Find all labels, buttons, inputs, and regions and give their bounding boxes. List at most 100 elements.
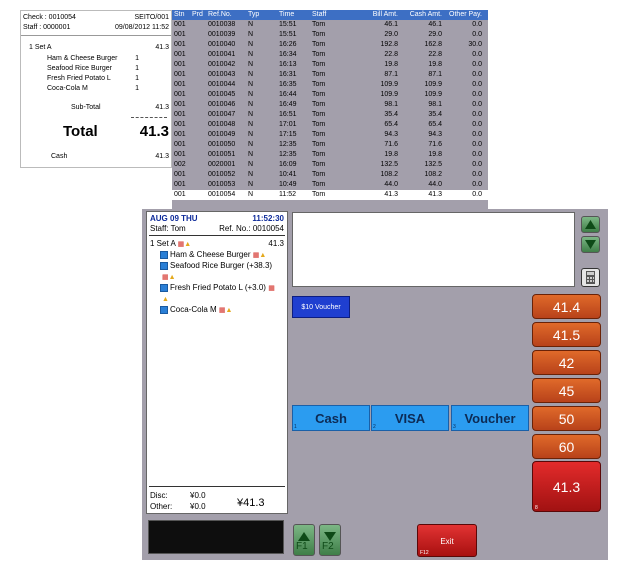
transaction-row[interactable]: 001 0010050 N 12:35 Tom 71.6 71.6 0.0 <box>172 140 488 150</box>
cell-time: 12:35 <box>279 141 297 148</box>
cell-typ: N <box>248 91 254 98</box>
page-up-button[interactable]: F1 <box>293 524 315 556</box>
cash-payment-button[interactable]: Cash 1 <box>292 405 370 431</box>
cell-bill-amt: 44.0 <box>384 181 398 188</box>
cell-typ: N <box>248 61 254 68</box>
cell-cash-amt: 108.2 <box>424 171 442 178</box>
cell-stn: 001 <box>174 181 186 188</box>
cell-other-pay: 0.0 <box>472 171 482 178</box>
cell-ref: 0010043 <box>208 71 236 78</box>
receipt-item: Coca-Cola M 1 <box>47 85 139 92</box>
cell-other-pay: 0.0 <box>472 181 482 188</box>
transaction-row[interactable]: 001 0010039 N 15:51 Tom 29.0 29.0 0.0 <box>172 30 488 40</box>
cell-staff: Tom <box>312 81 326 88</box>
transaction-list[interactable]: Stn Prd Ref.No. Typ Time Staff Bill Amt.… <box>172 10 488 211</box>
exit-button[interactable]: Exit F12 <box>417 524 477 557</box>
amount-button-45[interactable]: 45 <box>532 378 601 403</box>
cell-staff: Tom <box>312 191 326 198</box>
col-stn: Stn <box>174 11 185 18</box>
cell-stn: 001 <box>174 51 186 58</box>
cell-other-pay: 0.0 <box>472 111 482 118</box>
transaction-row[interactable]: 001 0010049 N 17:15 Tom 94.3 94.3 0.0 <box>172 130 488 140</box>
receipt-check-row: Check : 0010054 SEITO/001 <box>23 13 169 23</box>
item-icon <box>160 305 168 314</box>
divider <box>131 117 167 118</box>
cell-ref: 0010052 <box>208 171 236 178</box>
subtotal-value: 41.3 <box>155 104 169 111</box>
order-item-line[interactable]: Seafood Rice Burger (+38.3) <box>150 260 284 271</box>
cell-cash-amt: 71.6 <box>428 141 442 148</box>
exact-amount-button[interactable]: 41.3 8 <box>532 461 601 512</box>
transaction-row[interactable]: 001 0010048 N 17:01 Tom 65.4 65.4 0.0 <box>172 120 488 130</box>
cell-time: 10:49 <box>279 181 297 188</box>
order-item-line[interactable]: Ham & Cheese Burger ▦▲ <box>150 249 284 260</box>
scroll-up-button[interactable] <box>581 216 600 233</box>
transaction-row[interactable]: 001 0010045 N 16:44 Tom 109.9 109.9 0.0 <box>172 90 488 100</box>
transaction-row[interactable]: 001 0010038 N 15:51 Tom 46.1 46.1 0.0 <box>172 20 488 30</box>
cell-prd <box>192 190 208 200</box>
scroll-down-button[interactable] <box>581 236 600 253</box>
order-ref: Ref. No.: 0010054 <box>219 224 284 233</box>
cell-prd <box>192 30 208 40</box>
receipt-datetime: 09/08/2012 11:52 <box>115 24 169 31</box>
cell-typ: N <box>248 191 254 198</box>
cell-bill-amt: 65.4 <box>384 121 398 128</box>
cell-cash-amt: 19.8 <box>428 151 442 158</box>
order-set-row[interactable]: 1 Set A ▦▲ 41.3 <box>150 238 284 249</box>
cell-stn: 001 <box>174 131 186 138</box>
disc-label: Disc: <box>150 491 168 500</box>
order-item-tags: ▦▲ <box>150 271 284 282</box>
order-set-name: 1 Set A <box>150 239 176 248</box>
transaction-row[interactable]: 001 0010054 N 11:52 Tom 41.3 41.3 0.0 <box>172 190 488 200</box>
cell-other-pay: 0.0 <box>472 101 482 108</box>
transaction-row[interactable]: 001 0010044 N 16:35 Tom 109.9 109.9 0.0 <box>172 80 488 90</box>
cell-typ: N <box>248 41 254 48</box>
price-tag-icon: ▦ <box>218 307 226 314</box>
cell-cash-amt: 22.8 <box>428 51 442 58</box>
cell-staff: Tom <box>312 31 326 38</box>
total-value: 41.3 <box>139 123 169 140</box>
transaction-row[interactable]: 001 0010052 N 10:41 Tom 108.2 108.2 0.0 <box>172 170 488 180</box>
cell-cash-amt: 109.9 <box>424 91 442 98</box>
transaction-row[interactable]: 001 0010046 N 16:49 Tom 98.1 98.1 0.0 <box>172 100 488 110</box>
cell-time: 11:52 <box>279 191 296 198</box>
transaction-row[interactable]: 001 0010051 N 12:35 Tom 19.8 19.8 0.0 <box>172 150 488 160</box>
amount-button-41-4[interactable]: 41.4 <box>532 294 601 319</box>
receipt-cash-row: Cash 41.3 <box>23 152 169 162</box>
cell-bill-amt: 71.6 <box>384 141 398 148</box>
transaction-row[interactable]: 001 0010047 N 16:51 Tom 35.4 35.4 0.0 <box>172 110 488 120</box>
cell-typ: N <box>248 31 254 38</box>
transaction-row[interactable]: 001 0010042 N 16:13 Tom 19.8 19.8 0.0 <box>172 60 488 70</box>
amount-button-42[interactable]: 42 <box>532 350 601 375</box>
cell-time: 17:15 <box>279 131 297 138</box>
transaction-row[interactable]: 001 0010041 N 16:34 Tom 22.8 22.8 0.0 <box>172 50 488 60</box>
order-item-line[interactable]: Fresh Fried Potato L (+3.0) ▦ <box>150 282 284 293</box>
transaction-row[interactable]: 001 0010040 N 16:26 Tom 192.8 162.8 30.0 <box>172 40 488 50</box>
order-item-line[interactable]: Coca-Cola M ▦▲ <box>150 304 284 315</box>
cell-stn: 001 <box>174 81 186 88</box>
cell-typ: N <box>248 121 254 128</box>
cell-staff: Tom <box>312 171 326 178</box>
cell-cash-amt: 44.0 <box>428 181 442 188</box>
cell-ref: 0010044 <box>208 81 236 88</box>
cell-stn: 001 <box>174 31 186 38</box>
cell-time: 15:51 <box>279 21 297 28</box>
cell-ref: 0010048 <box>208 121 236 128</box>
transaction-row[interactable]: 002 0020001 N 16:09 Tom 132.5 132.5 0.0 <box>172 160 488 170</box>
ten-dollar-voucher-button[interactable]: $10 Voucher <box>292 296 350 318</box>
visa-payment-button[interactable]: VISA 2 <box>371 405 449 431</box>
amount-button-60[interactable]: 60 <box>532 434 601 459</box>
calculator-button[interactable] <box>581 268 600 287</box>
cell-cash-amt: 19.8 <box>428 61 442 68</box>
cell-stn: 001 <box>174 71 186 78</box>
arrow-down-icon <box>585 240 596 249</box>
page-down-button[interactable]: F2 <box>319 524 341 556</box>
amount-button-41-5[interactable]: 41.5 <box>532 322 601 347</box>
voucher-payment-button[interactable]: Voucher 3 <box>451 405 529 431</box>
cell-cash-amt: 98.1 <box>428 101 442 108</box>
transaction-row[interactable]: 001 0010053 N 10:49 Tom 44.0 44.0 0.0 <box>172 180 488 190</box>
amount-button-50[interactable]: 50 <box>532 406 601 431</box>
cell-ref: 0010042 <box>208 61 236 68</box>
cell-stn: 001 <box>174 171 186 178</box>
transaction-row[interactable]: 001 0010043 N 16:31 Tom 87.1 87.1 0.0 <box>172 70 488 80</box>
